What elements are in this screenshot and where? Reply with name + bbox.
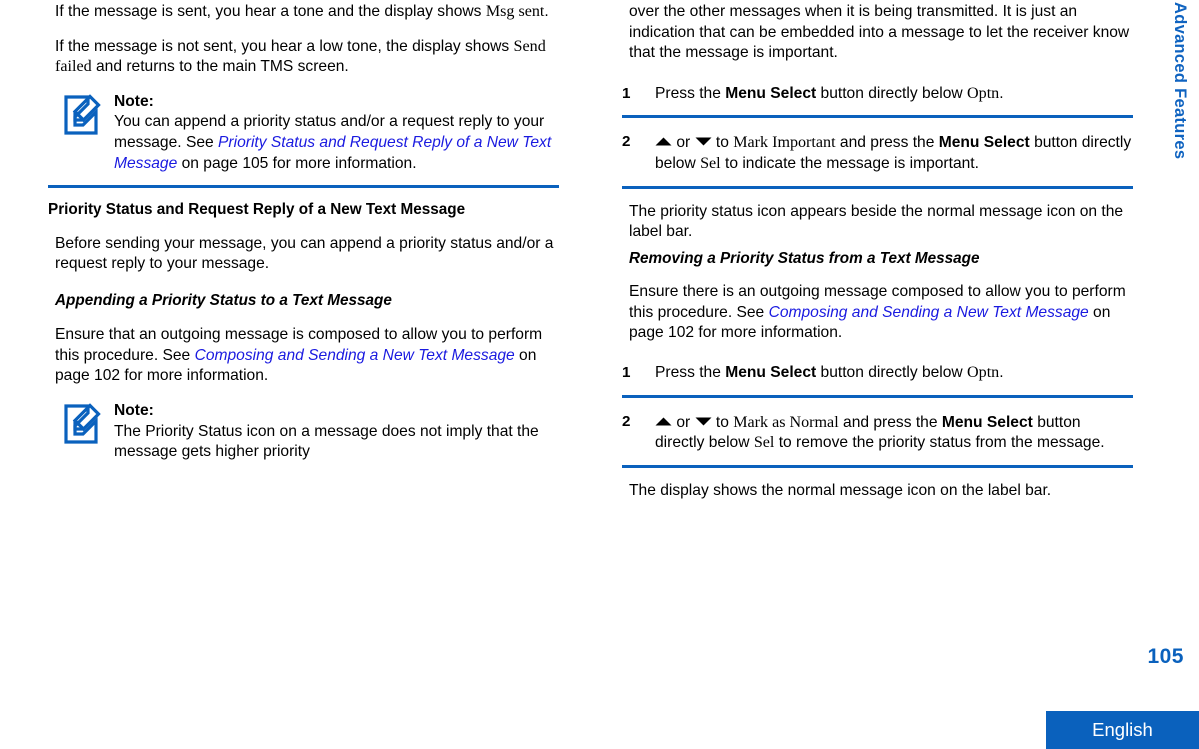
manual-page: If the message is sent, you hear a tone … [0,0,1199,749]
text-run: to indicate the message is important. [720,154,979,172]
button-name-menu-select: Menu Select [941,413,1033,431]
paragraph-ensure-outgoing-message: Ensure that an outgoing message is compo… [55,325,559,387]
step-number: 1 [622,84,631,102]
display-text-sel: Sel [700,154,721,172]
language-bar: English [1046,711,1199,749]
note-block-priority-icon: Note: The Priority Status icon on a mess… [55,401,559,463]
display-text-sel: Sel [753,434,775,452]
text-run: to [711,134,734,152]
text-run: and returns to the main TMS screen. [91,58,349,76]
text-run: or [672,134,695,152]
text-run: on page 105 for more information. [177,154,417,172]
text-run: If the message is sent, you hear a tone … [55,3,486,20]
arrow-down-icon [695,412,712,433]
note-edit-icon [63,403,101,445]
text-run: and press the [835,134,939,152]
step-text: or to Mark Important and press the Menu … [655,134,1131,172]
button-name-menu-select: Menu Select [725,84,817,102]
language-label: English [1092,719,1153,740]
note-block-priority-append: Note: You can append a priority status a… [55,92,559,174]
step-number: 2 [622,412,631,430]
display-text-optn: Optn [967,363,1000,381]
page-number: 105 [1147,645,1184,668]
paragraph-before-sending: Before sending your message, you can app… [55,234,554,273]
note-label: Note: [114,401,154,419]
subheading-removing-priority-status: Removing a Priority Status from a Text M… [629,249,980,267]
note-text: You can append a priority status and/or … [114,112,559,174]
step-number: 1 [622,363,631,381]
step-item: 1 Press the Menu Select button directly … [622,363,1133,384]
arrow-up-icon [655,412,672,433]
section-heading-priority-status-request-reply: Priority Status and Request Reply of a N… [48,201,466,219]
menu-option-mark-as-normal: Mark as Normal [733,413,839,431]
left-column: If the message is sent, you hear a tone … [48,0,559,463]
paragraph-over-other-messages: over the other messages when it is being… [629,3,1130,62]
paragraph-display-shows-normal-icon: The display shows the normal message ico… [629,481,1052,499]
text-run: If the message is not sent, you hear a l… [55,37,514,55]
note-edit-icon [63,94,101,136]
divider-rule [48,185,559,189]
paragraph-ensure-outgoing-message: Ensure there is an outgoing message comp… [629,282,1133,344]
text-run: to remove the priority status from the m… [774,434,1105,452]
right-column: over the other messages when it is being… [622,0,1133,515]
divider-rule [622,394,1133,398]
subheading-appending-priority-status: Appending a Priority Status to a Text Me… [55,291,392,309]
text-run: button directly below [816,363,968,381]
arrow-up-icon [655,132,672,153]
cross-reference-link[interactable]: Composing and Sending a New Text Message [769,304,1089,321]
text-run: and press the [838,413,942,431]
section-tab-advanced-features: Advanced Features [1160,0,1199,215]
step-item: 1 Press the Menu Select button directly … [622,84,1133,105]
text-run: . [999,84,1004,102]
note-label: Note: [114,92,154,110]
text-run: to [711,413,734,431]
step-text: Press the Menu Select button directly be… [655,85,1004,102]
button-name-menu-select: Menu Select [938,134,1030,152]
divider-rule [622,464,1133,468]
display-text-msg-sent: Msg sent [485,3,545,20]
paragraph-message-sent: If the message is sent, you hear a tone … [55,2,559,23]
paragraph-priority-icon-appears: The priority status icon appears beside … [629,202,1124,241]
menu-option-mark-important: Mark Important [733,134,836,152]
step-item: 2 or to Mark Important and press the Men… [622,132,1133,174]
paragraph-message-not-sent: If the message is not sent, you hear a l… [55,37,559,78]
text-run: . [544,3,549,20]
display-text-optn: Optn [967,84,1000,102]
text-run: . [999,363,1004,381]
section-tab-label: Advanced Features [1171,2,1189,160]
note-text: The Priority Status icon on a message do… [114,422,539,461]
divider-rule [622,115,1133,119]
arrow-down-icon [695,132,712,153]
text-run: or [672,413,695,431]
text-run: Press the [655,363,726,381]
divider-rule [622,185,1133,189]
text-run: Press the [655,84,726,102]
step-item: 2 or to Mark as Normal and press the Men… [622,412,1133,454]
step-number: 2 [622,133,631,151]
step-text: Press the Menu Select button directly be… [655,364,1004,381]
button-name-menu-select: Menu Select [725,363,817,381]
text-run: button directly below [816,84,968,102]
cross-reference-link[interactable]: Composing and Sending a New Text Message [195,347,515,364]
step-text: or to Mark as Normal and press the Menu … [655,414,1105,452]
